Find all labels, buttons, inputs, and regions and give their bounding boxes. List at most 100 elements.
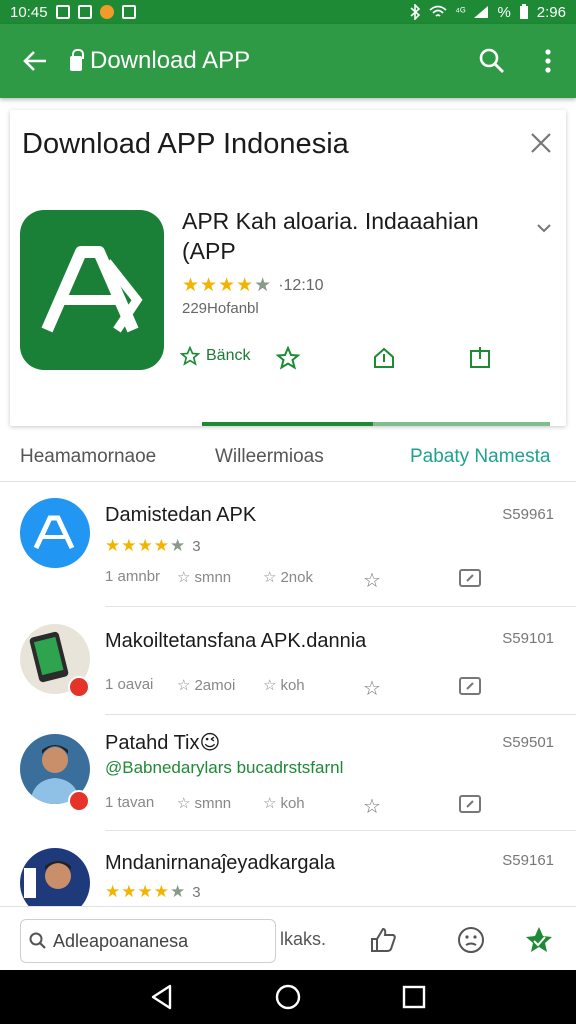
feedback-icon[interactable]: [459, 794, 481, 814]
search-button[interactable]: [464, 24, 520, 98]
wifi-icon: [429, 5, 447, 17]
app-rating: ★★★★★ ·12:10: [182, 274, 324, 297]
status-bar: 10:45 ⁴ᴳ % 2:96: [0, 0, 576, 24]
list-item[interactable]: Makoiltetansfana APK.dannia S59101 1 oav…: [0, 608, 576, 716]
meta-c-group: ☆ 2nok: [263, 568, 313, 587]
feedback-icon[interactable]: [459, 568, 481, 588]
bottom-bar: Adleapoananesa lkaks.: [0, 906, 576, 970]
search-placeholder: Adleapoananesa: [53, 930, 189, 951]
bank-action[interactable]: Bänck: [180, 346, 250, 366]
meta-b: 2amoi: [194, 676, 236, 694]
rating-stars: ★★★★★: [105, 882, 187, 901]
card-actions: Bänck: [180, 346, 550, 376]
search-field[interactable]: Adleapoananesa: [20, 919, 276, 963]
home-icon: [374, 347, 394, 368]
edit-badge-icon: [68, 676, 90, 698]
notification-icon: [77, 5, 92, 19]
meta-c-group: ☆ koh: [263, 794, 305, 813]
chevron-down-icon[interactable]: [534, 218, 554, 238]
divider: [105, 714, 576, 715]
tab-2[interactable]: Pabaty Namesta: [410, 446, 550, 468]
back-button[interactable]: [0, 24, 70, 98]
list-item-number: S59101: [502, 630, 554, 647]
system-nav-bar: [0, 970, 576, 1024]
favorite-button[interactable]: [276, 346, 300, 370]
app-meta: 229Hofanbl: [182, 300, 259, 317]
download-progress: [202, 422, 550, 426]
list-item-title: Mndanirnanaĵeyadkargala: [105, 852, 336, 874]
app-bar-title-group: Download APP: [70, 47, 250, 75]
rating-stars: ★★★★★: [105, 536, 187, 555]
meta-b-group: ☆ smnn: [177, 568, 232, 587]
list-item[interactable]: Mndanirnanaĵeyadkargala S59161 ★★★★★ 3: [0, 832, 576, 918]
share-button[interactable]: [468, 346, 492, 370]
battery-icon: [519, 4, 528, 19]
list-item-subtitle: @Babnedarylars bucadrstsfarnl: [105, 758, 344, 777]
list-item-number: S59961: [502, 506, 554, 523]
star-outline-icon[interactable]: ☆: [363, 794, 381, 819]
list-item-meta: 1 tavan ☆ smnn ☆ koh ☆: [105, 794, 525, 819]
meta-b: smnn: [194, 794, 232, 812]
status-time: 10:45: [10, 3, 48, 21]
meta-b: smnn: [194, 568, 232, 586]
star-outline-icon[interactable]: ☆: [363, 568, 381, 593]
close-icon[interactable]: [528, 130, 554, 156]
network-type: ⁴ᴳ: [455, 6, 466, 18]
star-outline-icon[interactable]: ☆: [363, 676, 381, 701]
card-heading: Download APP Indonesia: [22, 128, 349, 160]
notification-icon: [55, 5, 70, 19]
status-clock: 2:96: [536, 3, 566, 21]
share-icon: [470, 347, 490, 368]
meta-a: 1 oavai: [105, 676, 154, 693]
list-item-title: Makoiltetansfana APK.dannia: [105, 630, 367, 652]
list-item-title: Damistedan APK: [105, 504, 257, 526]
edit-badge-icon: [68, 790, 90, 812]
more-options-button[interactable]: [520, 24, 576, 98]
feedback-icon[interactable]: [459, 676, 481, 696]
rating-count: 3: [192, 537, 201, 555]
download-progress-fill: [202, 422, 373, 426]
nav-back-icon[interactable]: [148, 983, 176, 1011]
app-logo-icon: [41, 246, 143, 333]
meta-a: 1 tavan: [105, 794, 155, 811]
emoji: 😉: [199, 732, 221, 754]
list-item-meta: 1 oavai ☆ 2amoi ☆ koh ☆: [105, 676, 525, 701]
app-name: APR Kah aloaria. Indaaahian (APP: [182, 208, 479, 264]
featured-app-card: Download APP Indonesia APR Kah aloaria. …: [10, 110, 566, 426]
rating-count: 3: [192, 883, 201, 901]
nav-recents-icon[interactable]: [400, 983, 428, 1011]
list-item[interactable]: Damistedan APK S59961 ★★★★★ 3 1 amnbr ☆ …: [0, 484, 576, 608]
divider: [105, 830, 576, 831]
star-badge-icon[interactable]: [524, 925, 554, 955]
more-vert-icon: [545, 49, 551, 73]
meta-b-group: ☆ 2amoi: [177, 676, 236, 695]
bank-action-label: Bänck: [206, 347, 251, 364]
bluetooth-icon: [410, 4, 421, 20]
app-logo[interactable]: [20, 210, 164, 370]
tab-bar: Heamamornaoe Willeermioas Pabaty Namesta: [0, 436, 576, 482]
notification-icon: [99, 5, 114, 19]
lock-icon: [70, 48, 84, 71]
bottom-label[interactable]: lkaks.: [280, 929, 326, 950]
tab-1[interactable]: Willeermioas: [215, 446, 324, 468]
tab-0[interactable]: Heamamornaoe: [20, 446, 156, 468]
meta-a: 1 amnbr: [105, 568, 161, 585]
list-item-rating: ★★★★★ 3: [105, 536, 201, 556]
list-item-number: S59501: [502, 734, 554, 751]
rating-stars: ★★★★★: [182, 275, 273, 296]
meta-c: koh: [280, 676, 305, 694]
app-bar-title: Download APP: [90, 47, 251, 74]
divider: [105, 606, 576, 607]
face-icon[interactable]: [456, 925, 486, 955]
notification-icon: [121, 5, 136, 19]
list-item-title: Patahd Tix: [105, 732, 200, 754]
signal-icon: [474, 6, 489, 18]
app-avatar: [20, 498, 90, 568]
home-button[interactable]: [372, 346, 396, 370]
list-item-title-group: Patahd Tix😉: [105, 730, 220, 755]
list-item[interactable]: Patahd Tix😉 S59501 @Babnedarylars bucadr…: [0, 716, 576, 832]
nav-home-icon[interactable]: [274, 983, 302, 1011]
list-item-meta: 1 amnbr ☆ smnn ☆ 2nok ☆: [105, 568, 525, 593]
thumb-icon[interactable]: [368, 925, 398, 955]
search-icon: [29, 932, 46, 949]
